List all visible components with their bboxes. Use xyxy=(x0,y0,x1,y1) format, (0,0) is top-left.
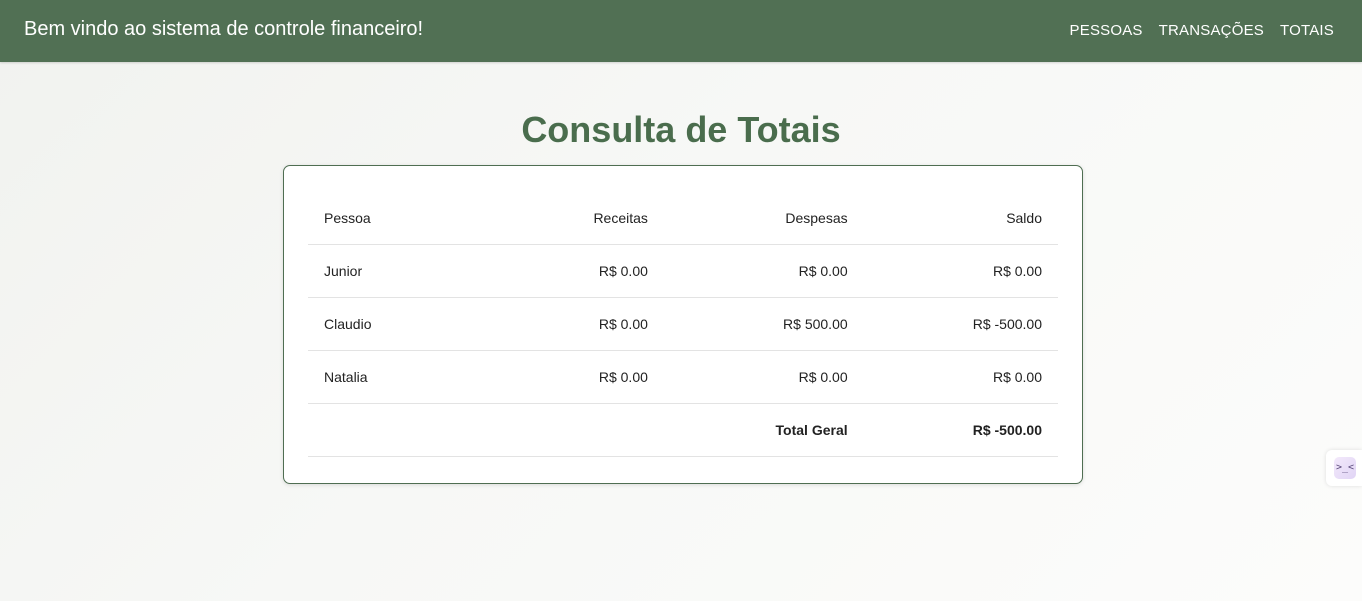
extension-icon: >_< xyxy=(1334,457,1356,479)
cell-receitas: R$ 0.00 xyxy=(498,244,664,298)
nav-link-pessoas[interactable]: PESSOAS xyxy=(1070,22,1143,39)
cell-pessoa: Junior xyxy=(308,244,498,298)
cell-pessoa: Natalia xyxy=(308,350,498,404)
cell-despesas: R$ 0.00 xyxy=(663,244,864,298)
main-nav: PESSOAS TRANSAÇÕES TOTAIS xyxy=(1070,22,1334,39)
total-row: Total Geral R$ -500.00 xyxy=(308,403,1058,457)
top-navbar: Bem vindo ao sistema de controle finance… xyxy=(0,0,1362,62)
page-title: Consulta de Totais xyxy=(521,109,841,150)
total-value: R$ -500.00 xyxy=(863,403,1058,457)
extension-widget[interactable]: >_< xyxy=(1326,450,1362,486)
cell-despesas: R$ 0.00 xyxy=(663,350,864,404)
cell-receitas: R$ 0.00 xyxy=(498,297,664,351)
totals-card: Pessoa Receitas Despesas Saldo Junior R$… xyxy=(283,165,1083,484)
column-header-despesas: Despesas xyxy=(663,192,864,245)
table-row: Junior R$ 0.00 R$ 0.00 R$ 0.00 xyxy=(308,244,1058,298)
nav-link-totais[interactable]: TOTAIS xyxy=(1280,22,1334,39)
cell-saldo: R$ 0.00 xyxy=(863,350,1058,404)
column-header-pessoa: Pessoa xyxy=(308,192,498,245)
cell-despesas: R$ 500.00 xyxy=(663,297,864,351)
cell-saldo: R$ -500.00 xyxy=(863,297,1058,351)
cell-saldo: R$ 0.00 xyxy=(863,244,1058,298)
column-header-receitas: Receitas xyxy=(498,192,664,245)
table-header-row: Pessoa Receitas Despesas Saldo xyxy=(308,192,1058,245)
cell-empty xyxy=(308,403,498,457)
total-label: Total Geral xyxy=(663,403,864,457)
welcome-text: Bem vindo ao sistema de controle finance… xyxy=(24,18,424,40)
totals-table: Pessoa Receitas Despesas Saldo Junior R$… xyxy=(308,192,1058,457)
table-row: Natalia R$ 0.00 R$ 0.00 R$ 0.00 xyxy=(308,350,1058,404)
column-header-saldo: Saldo xyxy=(863,192,1058,245)
cell-empty xyxy=(498,403,664,457)
cell-receitas: R$ 0.00 xyxy=(498,350,664,404)
cell-pessoa: Claudio xyxy=(308,297,498,351)
nav-link-transacoes[interactable]: TRANSAÇÕES xyxy=(1159,22,1264,39)
table-row: Claudio R$ 0.00 R$ 500.00 R$ -500.00 xyxy=(308,297,1058,351)
